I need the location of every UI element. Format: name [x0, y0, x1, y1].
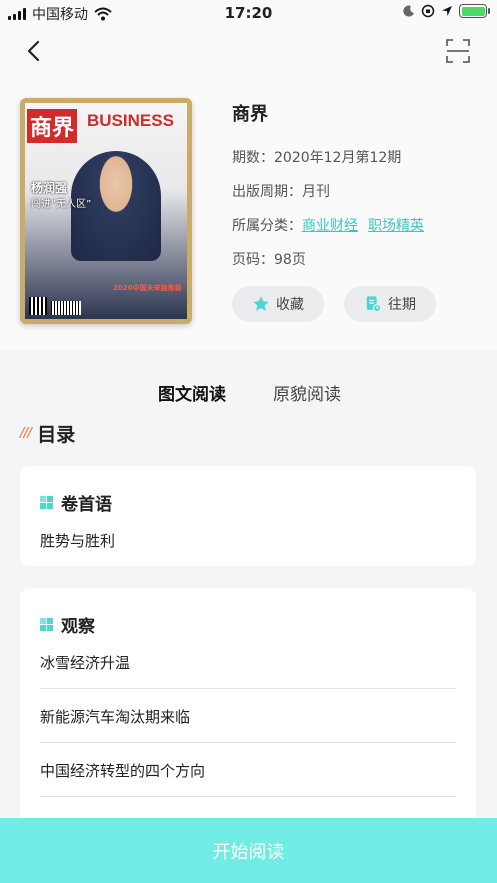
favorite-label: 收藏	[276, 297, 304, 313]
toc-section-title: 观察	[40, 612, 95, 637]
toc-heading-label: 目录	[37, 424, 76, 446]
back-arrow-icon[interactable]	[22, 38, 48, 64]
reading-tabs: 图文阅读 原貌阅读	[0, 376, 497, 416]
toc-item[interactable]: 新能源汽车淘汰期来临	[40, 706, 456, 727]
cover-logo: 商界	[27, 109, 78, 143]
category-link-career[interactable]: 职场精英	[368, 218, 424, 234]
tab-original-reading[interactable]: 原貌阅读	[273, 380, 341, 405]
cover-person-name: 杨润强	[31, 181, 68, 195]
slashes-icon: ///	[20, 426, 32, 441]
grid-icon	[40, 618, 53, 631]
toc-item[interactable]: 冰雪经济升温	[40, 652, 456, 673]
pages-label: 页码：	[232, 252, 274, 268]
issue-row: 期数：2020年12月第12期	[232, 146, 424, 180]
content-area: 图文阅读 原貌阅读 /// 目录 卷首语 胜势与胜利 观察 冰雪经济升温 新能源…	[0, 356, 497, 818]
favorite-button[interactable]: 收藏	[232, 286, 324, 322]
status-bar: 中国移动 17:20	[0, 0, 497, 26]
divider	[40, 742, 456, 743]
cover-headline: 闯进“无人区”	[31, 199, 92, 210]
toc-item[interactable]: 中国经济转型的四个方向	[40, 760, 456, 781]
toc-item[interactable]: 胜势与胜利	[40, 530, 456, 551]
issue-value: 2020年12月第12期	[274, 150, 402, 166]
cover-brand: BUSINESS	[87, 111, 174, 130]
pages-value: 98页	[274, 252, 306, 268]
tab-text-reading-label: 图文阅读	[158, 385, 226, 405]
issue-label: 期数：	[232, 150, 274, 166]
nav-bar	[0, 26, 497, 76]
location-icon	[442, 6, 452, 16]
category-label: 所属分类：	[232, 218, 302, 234]
star-icon	[253, 296, 269, 311]
cover-qr-code	[29, 297, 47, 315]
toc-section-title-label: 观察	[61, 617, 95, 637]
past-issues-label: 往期	[388, 297, 416, 313]
document-history-icon	[366, 296, 382, 313]
category-row: 所属分类：商业财经 职场精英	[232, 214, 424, 248]
toc-section-card: 卷首语 胜势与胜利	[20, 466, 476, 566]
rotation-lock-icon	[421, 4, 435, 18]
category-link-business[interactable]: 商业财经	[302, 218, 358, 234]
divider	[40, 796, 456, 797]
toc-heading: /// 目录	[20, 420, 75, 447]
cycle-row: 出版周期：月刊	[232, 180, 424, 214]
moon-icon	[403, 5, 414, 17]
divider	[40, 688, 456, 689]
magazine-meta: 商界 期数：2020年12月第12期 出版周期：月刊 所属分类：商业财经 职场精英…	[232, 100, 424, 282]
cycle-label: 出版周期：	[232, 184, 302, 200]
pages-row: 页码：98页	[232, 248, 424, 282]
toc-section-title: 卷首语	[40, 490, 112, 515]
cover-banner: 2020中国未来独角兽	[113, 284, 182, 292]
magazine-title: 商界	[232, 104, 268, 125]
cover-barcode	[51, 301, 81, 315]
magazine-cover[interactable]: 商界 BUSINESS 杨润强 闯进“无人区” 2020中国未来独角兽	[20, 98, 192, 324]
magazine-info: 商界 BUSINESS 杨润强 闯进“无人区” 2020中国未来独角兽 商界 期…	[0, 76, 497, 350]
toc-section-card: 观察 冰雪经济升温 新能源汽车淘汰期来临 中国经济转型的四个方向	[20, 588, 476, 818]
past-issues-button[interactable]: 往期	[344, 286, 436, 322]
battery-icon	[459, 4, 490, 18]
grid-icon	[40, 496, 53, 509]
cycle-value: 月刊	[302, 184, 330, 200]
toc-section-title-label: 卷首语	[61, 495, 112, 515]
tab-text-reading[interactable]: 图文阅读	[158, 380, 226, 407]
scan-icon[interactable]	[445, 38, 471, 64]
start-reading-button[interactable]: 开始阅读	[0, 818, 497, 883]
